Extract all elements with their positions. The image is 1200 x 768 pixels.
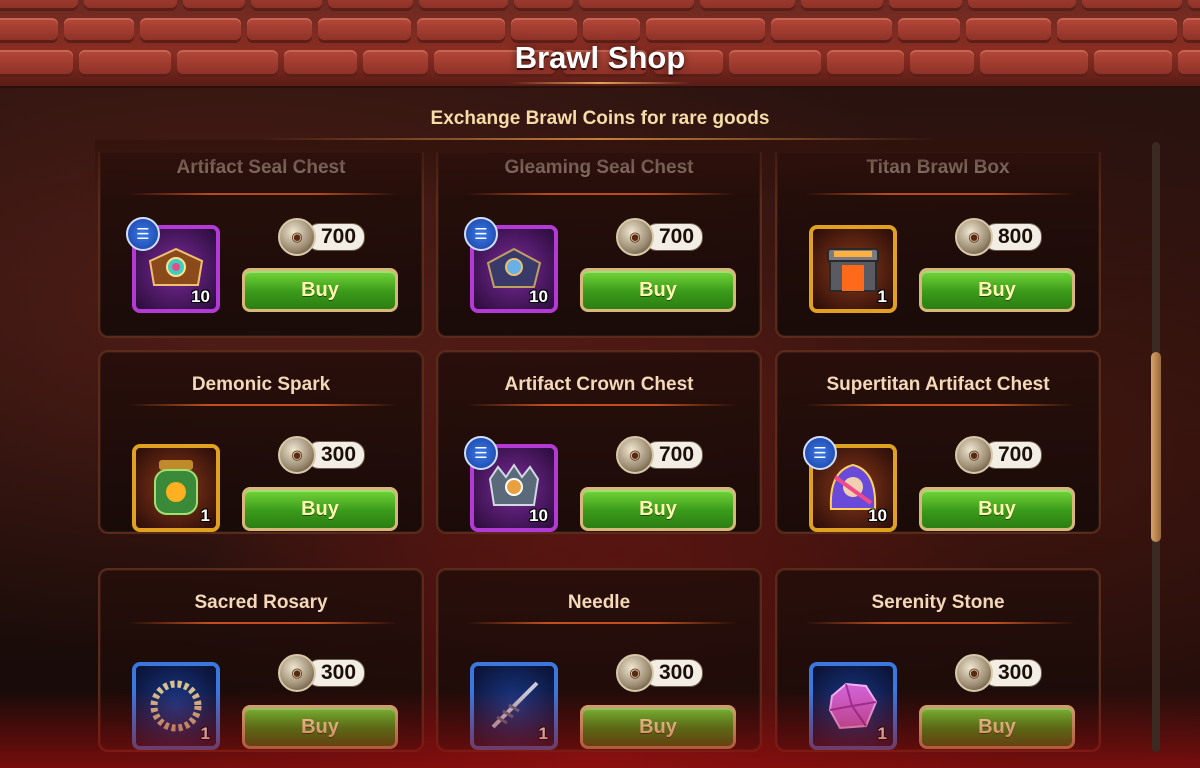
brawl-coin-icon: ◉ bbox=[278, 218, 316, 256]
price-tag: ◉ 700 bbox=[616, 436, 704, 474]
brawl-coin-icon: ◉ bbox=[955, 436, 993, 474]
shop-item-card: Gleaming Seal Chest ☰ 10 ◉ 700 Buy bbox=[436, 152, 762, 338]
brawl-coin-icon: ◉ bbox=[616, 654, 654, 692]
name-divider bbox=[128, 622, 398, 624]
item-name: Needle bbox=[567, 592, 631, 613]
info-list-icon[interactable]: ☰ bbox=[464, 217, 498, 251]
item-slot[interactable]: ☰ 10 bbox=[464, 436, 558, 532]
item-count: 1 bbox=[877, 724, 887, 743]
name-divider bbox=[805, 404, 1075, 406]
brawl-coin-icon: ◉ bbox=[955, 218, 993, 256]
item-count: 1 bbox=[538, 724, 548, 743]
item-count: 10 bbox=[529, 506, 548, 525]
buy-button[interactable]: Buy bbox=[580, 487, 736, 531]
info-list-icon[interactable]: ☰ bbox=[126, 217, 160, 251]
buy-button[interactable]: Buy bbox=[919, 705, 1075, 749]
item-slot[interactable]: 1 bbox=[470, 662, 558, 750]
item-slot[interactable]: ☰ 10 bbox=[126, 217, 220, 313]
item-count: 1 bbox=[877, 287, 887, 306]
price-tag: ◉ 700 bbox=[278, 218, 366, 256]
scrollbar-thumb[interactable] bbox=[1151, 352, 1161, 542]
name-divider bbox=[466, 193, 736, 195]
item-slot[interactable]: 1 bbox=[132, 662, 220, 750]
item-name: Serenity Stone bbox=[871, 592, 1005, 613]
buy-button[interactable]: Buy bbox=[242, 268, 398, 312]
shop-item-card: Artifact Crown Chest ☰ 10 ◉ 700 Buy bbox=[436, 350, 762, 534]
item-name: Titan Brawl Box bbox=[866, 157, 1010, 178]
shop-item-card: Demonic Spark 1 ◉ 300 Buy bbox=[98, 350, 424, 534]
price-tag: ◉ 700 bbox=[955, 436, 1043, 474]
buy-button[interactable]: Buy bbox=[242, 705, 398, 749]
price-tag: ◉ 300 bbox=[278, 436, 366, 474]
price-tag: ◉ 300 bbox=[278, 654, 366, 692]
buy-button[interactable]: Buy bbox=[919, 268, 1075, 312]
info-list-icon[interactable]: ☰ bbox=[803, 436, 837, 470]
name-divider bbox=[466, 404, 736, 406]
shop-item-card: Supertitan Artifact Chest ☰ 10 ◉ 700 Buy bbox=[775, 350, 1101, 534]
item-name: Gleaming Seal Chest bbox=[504, 157, 694, 178]
brawl-coin-icon: ◉ bbox=[616, 218, 654, 256]
name-divider bbox=[466, 622, 736, 624]
info-list-icon[interactable]: ☰ bbox=[464, 436, 498, 470]
item-count: 1 bbox=[200, 506, 210, 525]
item-slot[interactable]: 1 bbox=[809, 662, 897, 750]
shop-item-card: Needle 1 ◉ 300 Buy bbox=[436, 568, 762, 752]
price-tag: ◉ 800 bbox=[955, 218, 1043, 256]
item-name: Demonic Spark bbox=[191, 374, 331, 395]
brawl-coin-icon: ◉ bbox=[278, 436, 316, 474]
item-name: Sacred Rosary bbox=[194, 592, 328, 613]
name-divider bbox=[128, 404, 398, 406]
item-slot[interactable]: 1 bbox=[809, 225, 897, 313]
buy-button[interactable]: Buy bbox=[242, 487, 398, 531]
name-divider bbox=[805, 622, 1075, 624]
item-count: 10 bbox=[868, 506, 887, 525]
brawl-coin-icon: ◉ bbox=[616, 436, 654, 474]
item-slot[interactable]: ☰ 10 bbox=[464, 217, 558, 313]
brawl-coin-icon: ◉ bbox=[278, 654, 316, 692]
price-tag: ◉ 300 bbox=[955, 654, 1043, 692]
brawl-coin-icon: ◉ bbox=[955, 654, 993, 692]
buy-button[interactable]: Buy bbox=[580, 268, 736, 312]
buy-button[interactable]: Buy bbox=[919, 487, 1075, 531]
price-tag: ◉ 300 bbox=[616, 654, 704, 692]
name-divider bbox=[805, 193, 1075, 195]
buy-button[interactable]: Buy bbox=[580, 705, 736, 749]
price-tag: ◉ 700 bbox=[616, 218, 704, 256]
item-name: Artifact Crown Chest bbox=[504, 374, 694, 395]
name-divider bbox=[128, 193, 398, 195]
item-slot[interactable]: ☰ 10 bbox=[803, 436, 897, 532]
item-name: Supertitan Artifact Chest bbox=[826, 374, 1050, 395]
shop-item-card: Artifact Seal Chest ☰ 10 ◉ 700 Buy bbox=[98, 152, 424, 338]
item-count: 10 bbox=[529, 287, 548, 306]
shop-item-card: Sacred Rosary 1 ◉ 300 Buy bbox=[98, 568, 424, 752]
shop-item-card: Titan Brawl Box 1 ◉ 800 Buy bbox=[775, 152, 1101, 338]
shop-item-card: Serenity Stone 1 ◉ 300 Buy bbox=[775, 568, 1101, 752]
shop-grid: Artifact Seal Chest ☰ 10 ◉ 700 Buy Gleaming Se… bbox=[0, 0, 1200, 768]
item-name: Artifact Seal Chest bbox=[176, 157, 346, 178]
item-count: 10 bbox=[191, 287, 210, 306]
item-slot[interactable]: 1 bbox=[132, 444, 220, 532]
item-count: 1 bbox=[200, 724, 210, 743]
